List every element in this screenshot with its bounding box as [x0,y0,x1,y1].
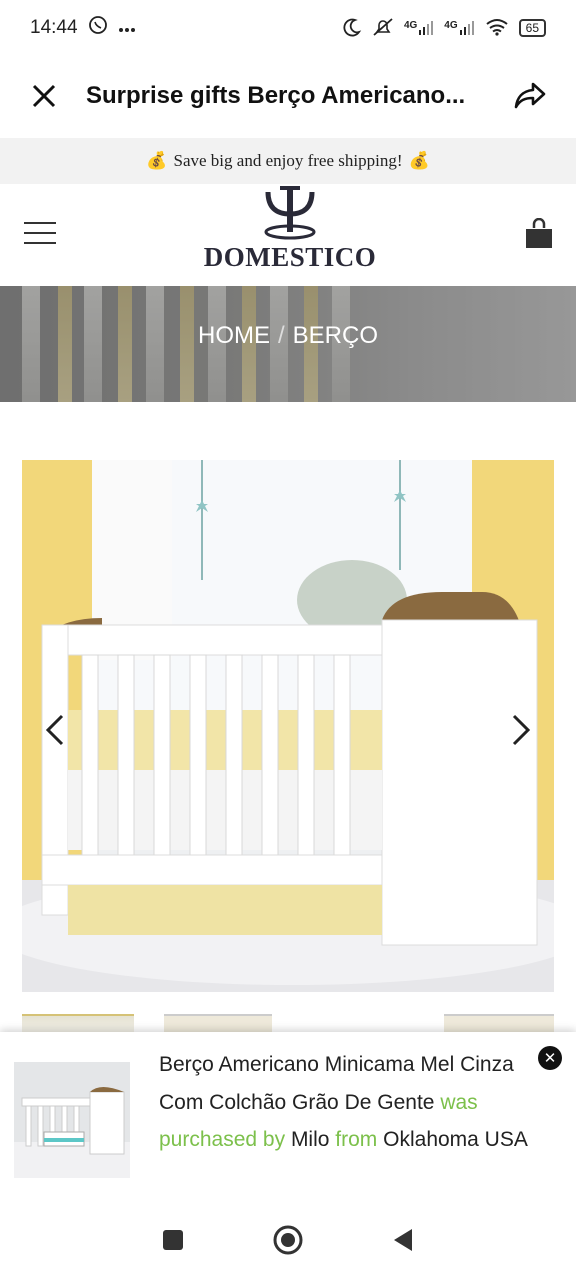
thumbnail[interactable] [444,1014,554,1032]
chevron-left-icon[interactable] [40,710,70,750]
chevron-right-icon[interactable] [506,710,536,750]
thumbnail-strip [22,1014,554,1032]
money-bag-icon: 💰 [146,151,168,170]
close-icon[interactable] [26,78,62,114]
net1-label: 4G [403,20,418,31]
notification-text: Berço Americano Minicama Mel Cinza Com C… [159,1046,539,1159]
brand-name: DOMESTICO [203,242,377,272]
breadcrumb-separator: / [277,322,285,349]
logo[interactable]: DOMESTICO [200,186,380,278]
wifi-icon [485,18,509,39]
battery-icon: 65 [518,19,546,37]
notification-buyer: Milo [290,1128,330,1151]
recents-icon[interactable] [162,1229,184,1256]
close-icon[interactable]: ✕ [538,1046,562,1070]
breadcrumb-berco[interactable]: BERÇO [293,322,378,349]
status-right: 4G 4G 65 [342,17,546,40]
signal-4g-icon: 4G [404,20,434,36]
back-icon[interactable] [392,1227,414,1258]
money-bag-icon: 💰 [408,151,430,170]
thumbnail[interactable] [22,1014,134,1032]
share-icon[interactable] [510,76,550,116]
promo-text: Save big and enjoy free shipping! [173,151,403,170]
whatsapp-icon [88,15,108,41]
system-navbar [0,1204,576,1280]
notification-from-text: from [335,1128,378,1151]
moon-icon [342,17,362,40]
net2-label: 4G [444,20,458,31]
status-left: 14:44 [30,15,136,41]
page-title: Surprise gifts Berço Americano... [86,82,466,109]
more-dots-icon [118,17,136,39]
breadcrumb: HOME / BERÇO [0,322,576,350]
breadcrumb-home[interactable]: HOME [198,322,270,349]
purchase-notification[interactable]: Berço Americano Minicama Mel Cinza Com C… [0,1032,576,1204]
clock: 14:44 [30,17,78,38]
webview-titlebar: Surprise gifts Berço Americano... [0,56,576,136]
breadcrumb-hero: HOME / BERÇO [0,286,576,402]
notification-location: Oklahoma USA [383,1128,528,1151]
promo-banner: 💰 Save big and enjoy free shipping! 💰 [0,138,576,184]
crib-image [22,460,554,992]
signal-4g-icon: 4G [444,20,474,36]
product-image-gallery[interactable] [22,460,554,992]
logo-mark-icon [264,186,316,240]
status-bar: 14:44 4G 4G 65 [0,0,576,56]
notification-product-image [14,1062,130,1178]
site-header: DOMESTICO [0,184,576,286]
thumbnail[interactable] [164,1014,272,1032]
shopping-bag-icon[interactable] [524,217,554,250]
home-icon[interactable] [272,1224,304,1261]
hamburger-icon[interactable] [24,222,56,246]
mute-icon [372,17,394,40]
